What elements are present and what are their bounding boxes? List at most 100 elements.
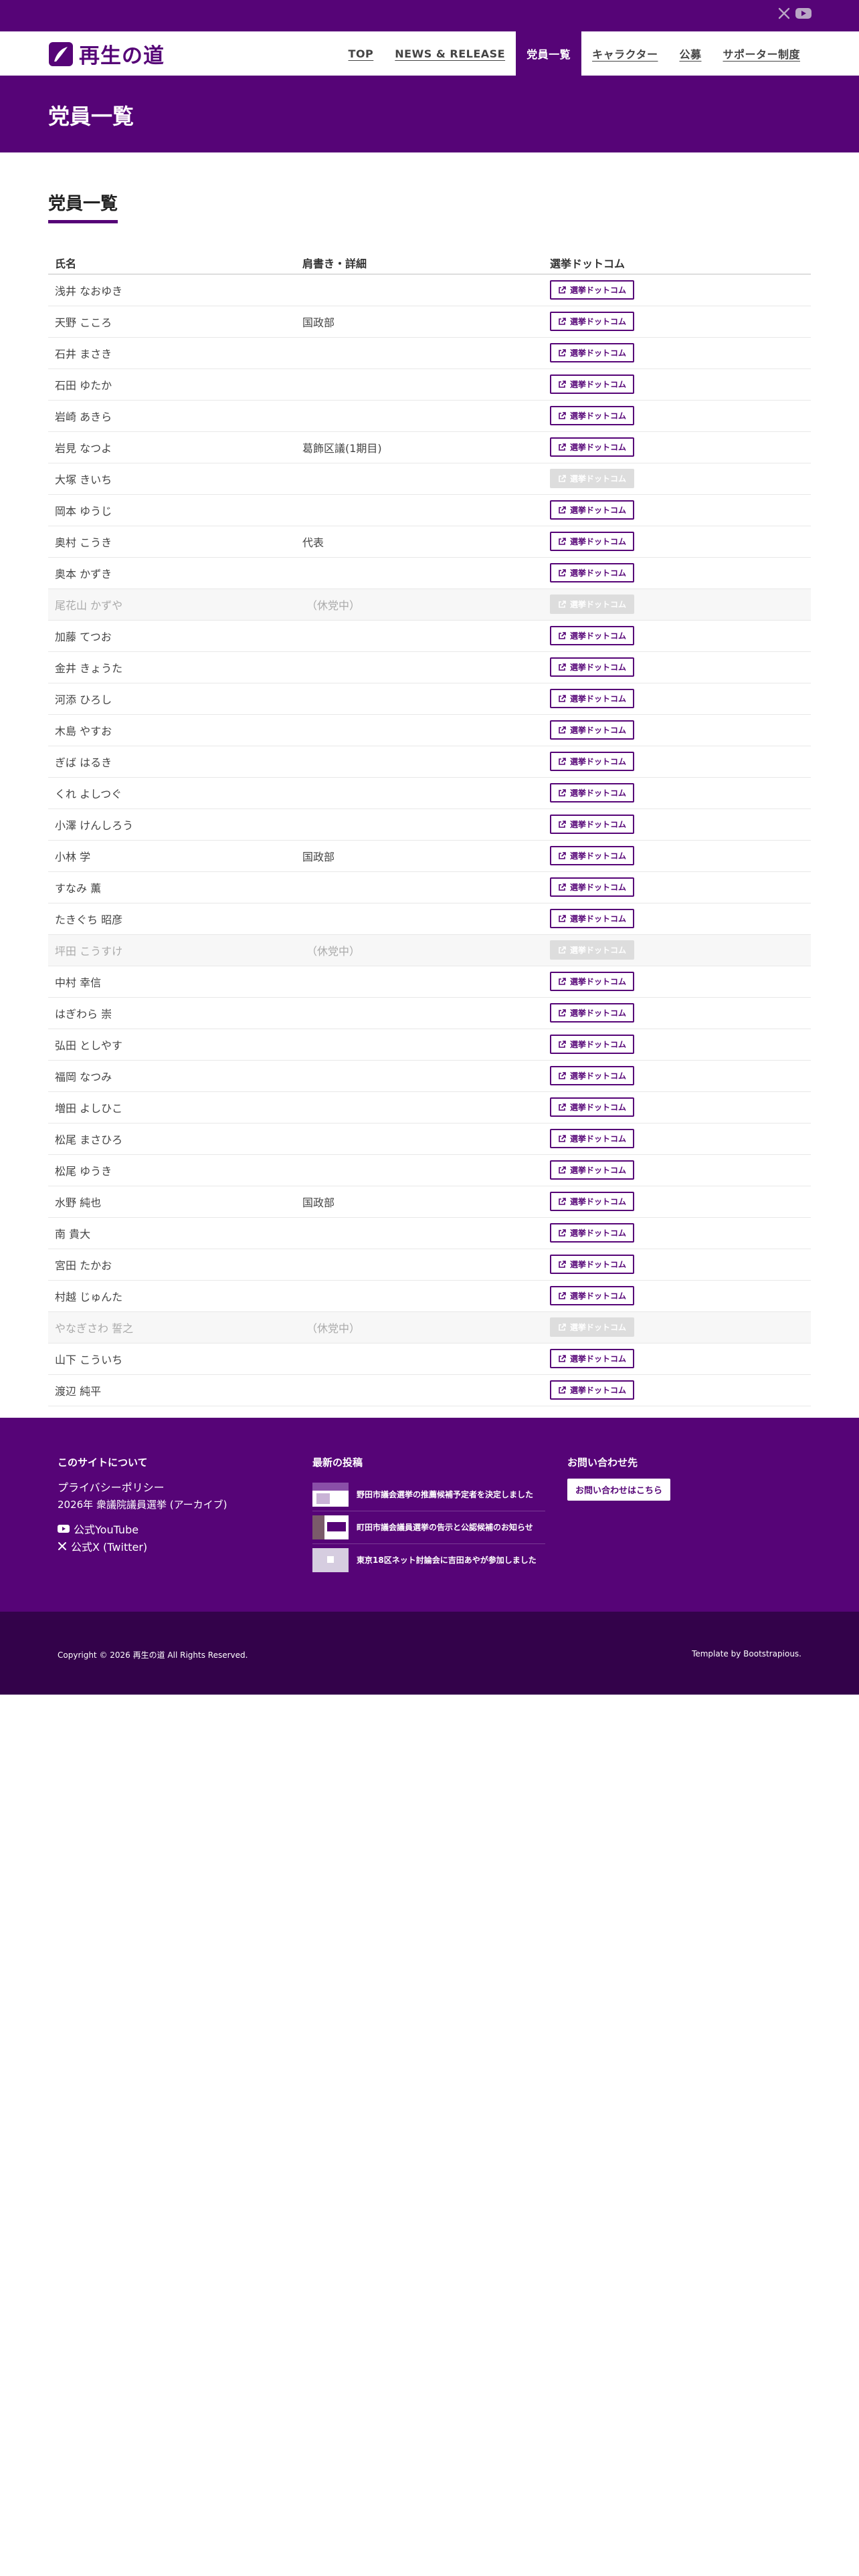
nav-item-3[interactable]: キャラクター <box>581 31 668 76</box>
youtube-link[interactable]: 公式YouTube <box>58 1521 227 1537</box>
member-title <box>296 1060 543 1092</box>
member-title <box>296 1029 543 1061</box>
post-item[interactable]: 町田市議会議員選挙の告示と公認候補のお知らせ <box>312 1511 545 1544</box>
nav-item-1[interactable]: NEWS & RELEASE <box>384 31 516 76</box>
senkyo-cell: 選挙ドットコム <box>543 557 811 589</box>
senkyo-dotcom-button[interactable]: 選挙ドットコム <box>550 1380 635 1400</box>
site-logo[interactable]: 再生の道 <box>48 39 165 69</box>
senkyo-dotcom-button[interactable]: 選挙ドットコム <box>550 1129 635 1148</box>
senkyo-dotcom-button[interactable]: 選挙ドットコム <box>550 374 635 394</box>
member-name: 尾花山 かずや <box>48 588 296 621</box>
member-name: 村越 じゅんた <box>48 1280 296 1312</box>
member-name: 水野 純也 <box>48 1186 296 1218</box>
senkyo-dotcom-button[interactable]: 選挙ドットコム <box>550 312 635 331</box>
member-title: 代表 <box>296 526 543 558</box>
table-row: 金井 きょうた 選挙ドットコム <box>48 651 811 683</box>
senkyo-dotcom-button[interactable]: 選挙ドットコム <box>550 343 635 362</box>
table-row: 南 貴大 選挙ドットコム <box>48 1217 811 1249</box>
member-name: 奥村 こうき <box>48 526 296 558</box>
table-row: 渡辺 純平 選挙ドットコム <box>48 1374 811 1406</box>
x-icon[interactable] <box>777 7 791 23</box>
member-title: （休党中） <box>296 1311 543 1344</box>
external-link-icon <box>559 1291 566 1299</box>
nav-item-2[interactable]: 党員一覧 <box>516 31 582 76</box>
external-link-icon <box>559 820 566 828</box>
senkyo-dotcom-button[interactable]: 選挙ドットコム <box>550 909 635 928</box>
member-name: 石井 まさき <box>48 337 296 369</box>
footer-about-heading: このサイトについて <box>58 1457 148 1469</box>
senkyo-dotcom-label: 選挙ドットコム <box>570 411 627 421</box>
senkyo-dotcom-button[interactable]: 選挙ドットコム <box>550 752 635 771</box>
post-item[interactable]: 野田市議会選挙の推薦候補予定者を決定しました <box>312 1479 545 1511</box>
senkyo-dotcom-button[interactable]: 選挙ドットコム <box>550 563 635 582</box>
post-item[interactable]: 東京18区ネット討論会に吉田あやが参加しました <box>312 1544 545 1576</box>
senkyo-dotcom-button[interactable]: 選挙ドットコム <box>550 1097 635 1117</box>
member-name: 天野 こころ <box>48 306 296 338</box>
senkyo-dotcom-button[interactable]: 選挙ドットコム <box>550 437 635 457</box>
senkyo-dotcom-button[interactable]: 選挙ドットコム <box>550 1160 635 1180</box>
senkyo-dotcom-button[interactable]: 選挙ドットコム <box>550 626 635 645</box>
senkyo-dotcom-button[interactable]: 選挙ドットコム <box>550 689 635 708</box>
senkyo-dotcom-button[interactable]: 選挙ドットコム <box>550 280 635 300</box>
senkyo-dotcom-button[interactable]: 選挙ドットコム <box>550 1349 635 1368</box>
senkyo-cell: 選挙ドットコム <box>543 1091 811 1123</box>
senkyo-dotcom-button[interactable]: 選挙ドットコム <box>550 972 635 991</box>
member-table: 氏名 肩書き・詳細 選挙ドットコム 浅井 なおゆき 選挙ドットコム 天野 こころ 国政… <box>48 251 811 1406</box>
youtube-icon[interactable] <box>795 7 812 23</box>
member-name: 増田 よしひこ <box>48 1091 296 1123</box>
table-row: 中村 幸信 選挙ドットコム <box>48 966 811 998</box>
senkyo-dotcom-label: 選挙ドットコム <box>570 1166 627 1175</box>
privacy-policy-link[interactable]: プライバシーポリシー <box>58 1479 227 1495</box>
member-name: 南 貴大 <box>48 1217 296 1249</box>
member-title <box>296 400 543 432</box>
senkyo-dotcom-button[interactable]: 選挙ドットコム <box>550 1066 635 1085</box>
archive-link[interactable]: 2026年 衆議院議員選挙 (アーカイブ) <box>58 1497 227 1511</box>
senkyo-dotcom-button[interactable]: 選挙ドットコム <box>550 500 635 520</box>
senkyo-dotcom-button[interactable]: 選挙ドットコム <box>550 1255 635 1274</box>
table-row: 宮田 たかお 選挙ドットコム <box>48 1249 811 1281</box>
template-credit-link[interactable]: Template by Bootstrapious. <box>692 1649 801 1658</box>
senkyo-dotcom-button[interactable]: 選挙ドットコム <box>550 1035 635 1054</box>
external-link-icon <box>559 443 566 451</box>
senkyo-dotcom-button[interactable]: 選挙ドットコム <box>550 1003 635 1023</box>
senkyo-dotcom-button[interactable]: 選挙ドットコム <box>550 846 635 865</box>
member-name: 松尾 まさひろ <box>48 1123 296 1155</box>
senkyo-dotcom-button[interactable]: 選挙ドットコム <box>550 877 635 897</box>
table-row: たきぐち 昭彦 選挙ドットコム <box>48 903 811 935</box>
senkyo-dotcom-button[interactable]: 選挙ドットコム <box>550 1286 635 1305</box>
header-title: 肩書き・詳細 <box>296 251 543 275</box>
external-link-icon <box>559 1008 566 1016</box>
senkyo-dotcom-button[interactable]: 選挙ドットコム <box>550 783 635 802</box>
senkyo-dotcom-label: 選挙ドットコム <box>570 1260 627 1269</box>
senkyo-dotcom-button[interactable]: 選挙ドットコム <box>550 1192 635 1211</box>
senkyo-dotcom-label: 選挙ドットコム <box>570 1008 627 1018</box>
external-link-icon <box>559 663 566 671</box>
senkyo-dotcom-button[interactable]: 選挙ドットコム <box>550 657 635 677</box>
external-link-icon <box>559 1386 566 1394</box>
external-link-icon <box>559 286 566 294</box>
contact-button[interactable]: お問い合わせはこちら <box>567 1479 671 1501</box>
senkyo-cell: 選挙ドットコム <box>543 463 811 495</box>
member-title <box>296 746 543 778</box>
footer-about: このサイトについて プライバシーポリシー 2026年 衆議院議員選挙 (アーカイ… <box>58 1455 227 1554</box>
nav-item-0[interactable]: TOP <box>338 31 385 76</box>
copyright-bar: Copyright © 2026 再生の道 All Rights Reserve… <box>0 1612 859 1695</box>
senkyo-dotcom-button[interactable]: 選挙ドットコム <box>550 532 635 551</box>
senkyo-dotcom-button[interactable]: 選挙ドットコム <box>550 1223 635 1243</box>
senkyo-dotcom-button[interactable]: 選挙ドットコム <box>550 815 635 834</box>
senkyo-dotcom-button: 選挙ドットコム <box>550 595 635 614</box>
senkyo-cell: 選挙ドットコム <box>543 809 811 841</box>
external-link-icon <box>559 694 566 702</box>
member-title <box>296 557 543 589</box>
twitter-link[interactable]: 公式X (Twitter) <box>58 1538 227 1554</box>
table-row: 山下 こういち 選挙ドットコム <box>48 1343 811 1375</box>
member-name: すなみ 薫 <box>48 871 296 903</box>
member-name: くれ よしつぐ <box>48 777 296 809</box>
nav-item-4[interactable]: 公募 <box>668 31 712 76</box>
external-link-icon <box>559 411 566 419</box>
senkyo-dotcom-button[interactable]: 選挙ドットコム <box>550 720 635 740</box>
header-senkyo: 選挙ドットコム <box>543 251 811 275</box>
senkyo-dotcom-button[interactable]: 選挙ドットコム <box>550 406 635 425</box>
nav-item-5[interactable]: サポーター制度 <box>712 31 811 76</box>
youtube-link-label: 公式YouTube <box>74 1523 139 1536</box>
